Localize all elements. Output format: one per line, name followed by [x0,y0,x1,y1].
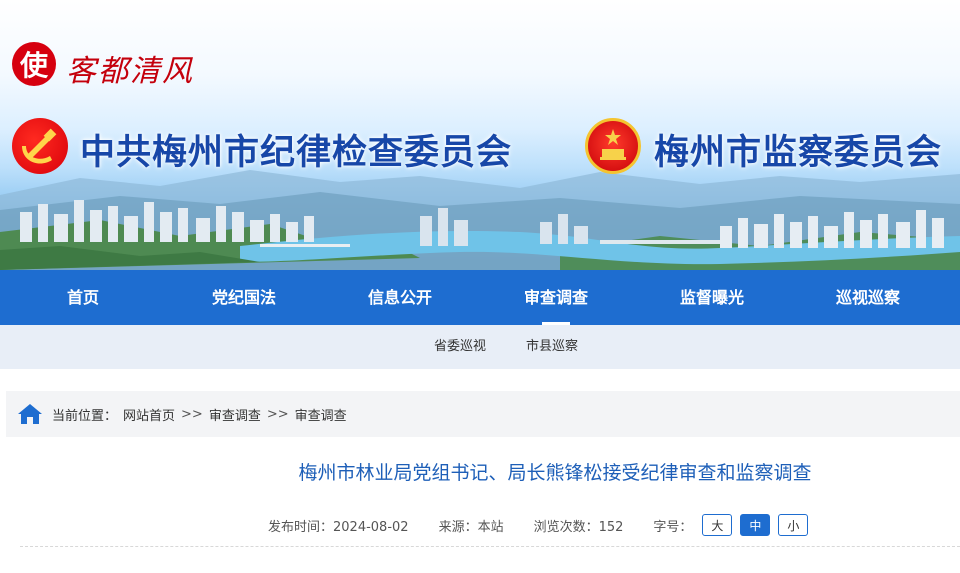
breadcrumb-prefix: 当前位置： [52,408,118,424]
nav-item-inspection[interactable]: 巡视巡察 [790,270,946,325]
site-logo-icon[interactable]: 使 [12,42,56,86]
font-size-medium-button[interactable]: 中 [740,514,771,536]
main-navigation: 首页 党纪国法 信息公开 审查调查 监督曝光 巡视巡察 [0,270,960,325]
article-meta: 发布时间：2024-08-02 来源：本站 浏览次数：152 字号： 大 中 小 [268,514,816,536]
view-count: 浏览次数：152 [533,519,624,535]
site-banner: 使 客都清风 中共梅州市纪律检查委员会 梅州市监察委员会 [0,0,960,270]
font-size-small-button[interactable]: 小 [778,514,809,536]
nav-item-home[interactable]: 首页 [0,270,166,325]
nav-item-info-disclosure[interactable]: 信息公开 [322,270,478,325]
subnav-item-city-county-inspection[interactable]: 市县巡察 [526,325,578,369]
publish-date: 发布时间：2024-08-02 [268,519,409,535]
breadcrumb-link-current[interactable]: 审查调查 [295,405,347,424]
font-size-large-button[interactable]: 大 [702,514,733,536]
title-supervision-commission: 梅州市监察委员会 [654,133,943,173]
breadcrumb-separator: >> [266,406,289,422]
nav-item-supervision-exposure[interactable]: 监督曝光 [634,270,790,325]
divider [20,546,960,547]
party-emblem-icon [12,118,68,174]
title-discipline-commission: 中共梅州市纪律检查委员会 [80,133,513,173]
font-size-label: 字号： [653,519,693,535]
breadcrumb-link-investigation[interactable]: 审查调查 [209,405,261,424]
home-icon [18,404,42,424]
breadcrumb: 当前位置： 网站首页 >> 审查调查 >> 审查调查 [6,391,960,437]
breadcrumb-link-home[interactable]: 网站首页 [123,405,175,424]
article-title: 梅州市林业局党组书记、局长熊锋松接受纪律审查和监察调查 [298,462,812,484]
nav-item-party-laws[interactable]: 党纪国法 [166,270,322,325]
breadcrumb-separator: >> [181,406,203,422]
article-source: 来源：本站 [438,519,504,535]
subnav-item-provincial-inspection[interactable]: 省委巡视 [434,325,486,369]
national-emblem-icon [585,118,641,174]
nav-item-investigation[interactable]: 审查调查 [478,270,634,325]
sub-navigation: 省委巡视 市县巡察 [0,325,960,369]
site-logo-text[interactable]: 客都清风 [66,46,194,90]
